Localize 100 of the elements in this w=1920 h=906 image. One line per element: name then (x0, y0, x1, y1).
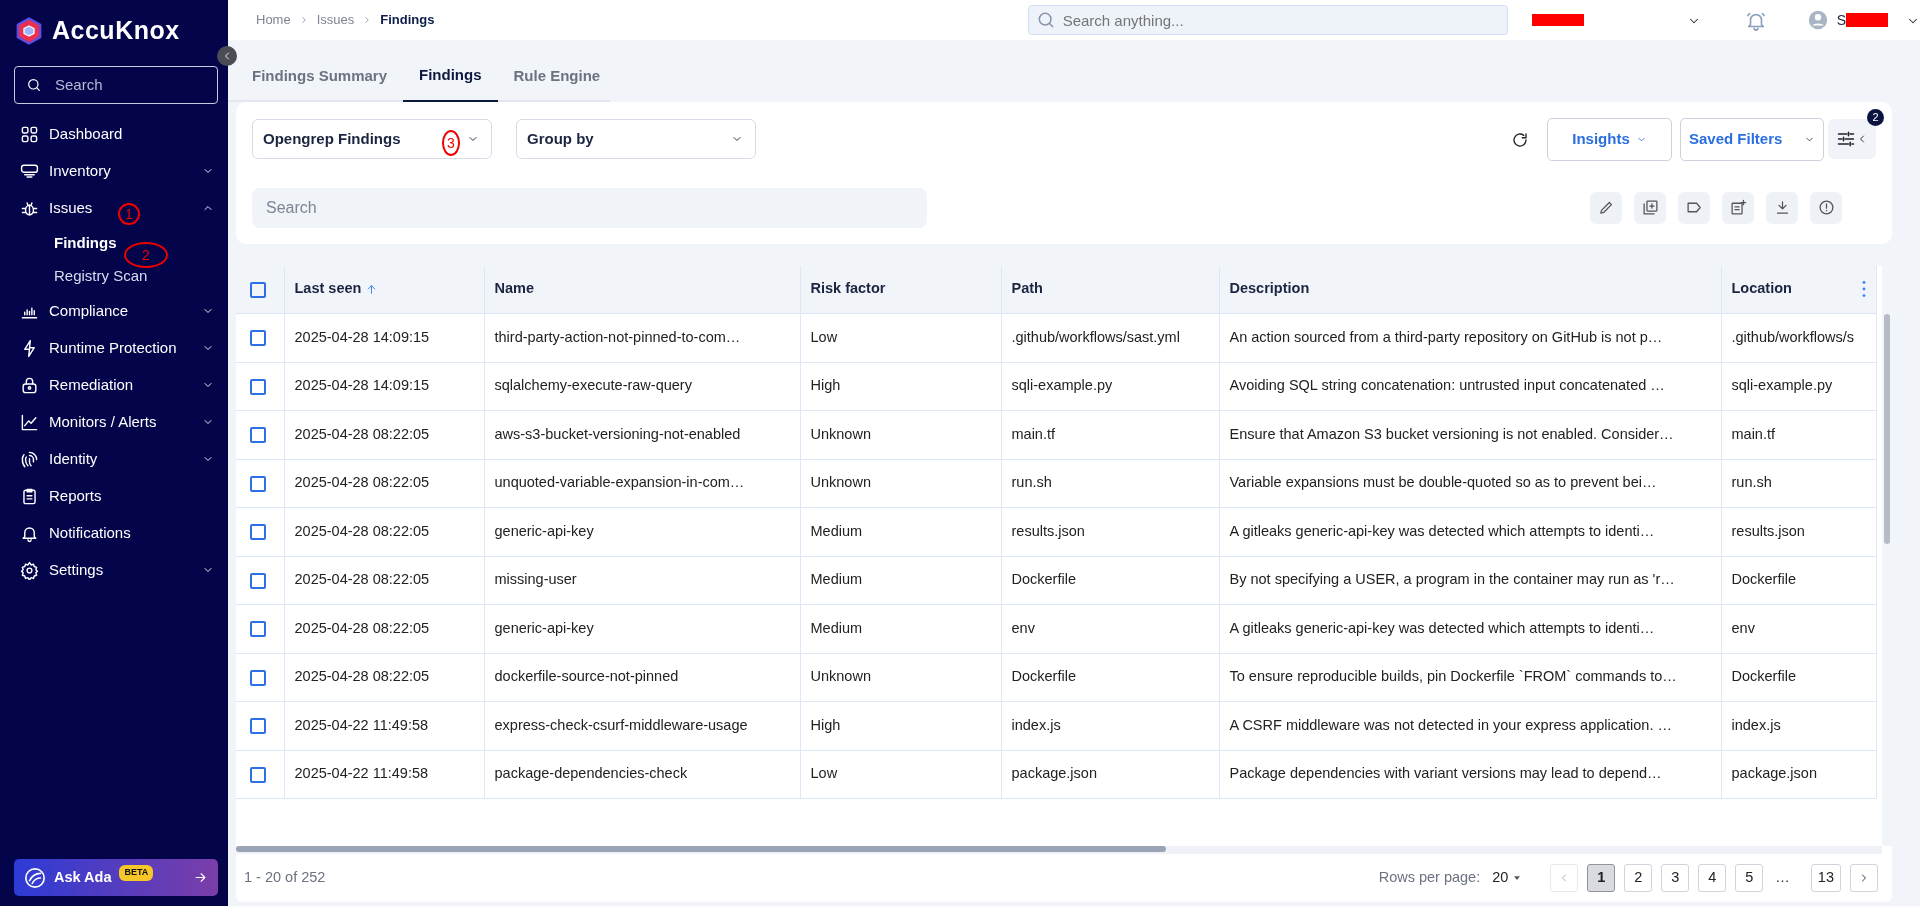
table-cell: 2025-04-22 11:49:58 (294, 765, 429, 782)
saved-filters-dropdown[interactable]: Saved Filters (1680, 117, 1824, 161)
rows-per-page-dropdown[interactable]: 20 (1492, 866, 1523, 889)
row-checkbox[interactable] (250, 378, 266, 395)
table-cell: Low (810, 328, 838, 345)
row-checkbox[interactable] (250, 330, 266, 347)
row-checkbox[interactable] (250, 718, 266, 735)
sidebar-item[interactable]: Runtime Protection (14, 336, 183, 360)
globe-icon (24, 866, 46, 889)
table-cell: To ensure reproducible builds, pin Dockerfile `FROM` commands to… (1229, 668, 1677, 685)
row-checkbox[interactable] (250, 669, 266, 686)
tab[interactable]: Findings Summary (236, 52, 404, 102)
sidebar-subitem[interactable]: Findings (54, 226, 117, 260)
plus-squares-icon (1641, 199, 1659, 216)
table-cell: package.json (1011, 765, 1097, 782)
sidebar-item[interactable]: Inventory (14, 159, 117, 183)
sidebar-item[interactable]: Identity (14, 447, 104, 471)
table-cell: .github/workflows/sast.yml (1011, 328, 1180, 345)
group-by-dropdown[interactable]: Group by (516, 119, 756, 159)
vertical-scrollbar[interactable] (1884, 313, 1890, 544)
breadcrumb-link[interactable]: Home (256, 10, 291, 30)
sliders-icon (1836, 129, 1856, 149)
column-header[interactable]: Last seen (294, 278, 362, 301)
table-cell: 2025-04-28 08:22:05 (294, 425, 430, 442)
search-field[interactable]: Search (252, 187, 927, 228)
row-checkbox[interactable] (250, 572, 266, 589)
filter-count-badge: 2 (1867, 109, 1884, 126)
tag-button[interactable] (1678, 191, 1710, 224)
row-checkbox[interactable] (250, 621, 266, 638)
breadcrumb-link[interactable]: Issues (316, 10, 355, 30)
download-button[interactable] (1766, 191, 1798, 224)
table-cell: High (810, 377, 841, 394)
table-cell: A gitleaks generic-api-key was detected which attempts to identi… (1229, 522, 1655, 539)
alert-circle-icon (1817, 199, 1835, 216)
table-cell: express-check-csurf-middleware-usage (494, 716, 748, 733)
annotation-marker: 1 (118, 203, 140, 225)
horizontal-scrollbar[interactable] (236, 845, 1166, 852)
row-checkbox[interactable] (250, 427, 266, 444)
page-button[interactable]: 4 (1698, 863, 1727, 892)
page-button[interactable]: 3 (1661, 863, 1690, 892)
table-cell: Package dependencies with variant versions may lead to depend… (1229, 765, 1662, 782)
select-all-checkbox[interactable] (250, 281, 266, 298)
redaction-block (1846, 13, 1888, 27)
column-header[interactable]: Path (1011, 278, 1043, 301)
table-cell: sqlalchemy-execute-raw-query (494, 377, 692, 394)
fingerprint-icon (20, 449, 39, 469)
table-cell: A gitleaks generic-api-key was detected which attempts to identi… (1229, 619, 1655, 636)
sidebar-item[interactable]: Remediation (14, 373, 140, 397)
column-header[interactable]: Location (1731, 278, 1792, 301)
page-button[interactable]: 2 (1624, 863, 1653, 892)
table-cell: An action sourced from a third-party repository on GitHub is not p… (1229, 328, 1663, 345)
row-checkbox[interactable] (250, 475, 266, 492)
table-cell: Unknown (810, 668, 871, 685)
edit-button[interactable] (1590, 191, 1622, 224)
table-cell: dockerfile-source-not-pinned (494, 668, 679, 685)
row-checkbox[interactable] (250, 766, 266, 783)
sidebar-search-field[interactable]: Search (14, 65, 218, 104)
table-cell: 2025-04-22 11:49:58 (294, 716, 429, 733)
info-button[interactable] (1810, 191, 1842, 224)
table-cell: aws-s3-bucket-versioning-not-enabled (494, 425, 741, 442)
results-count: 1 - 20 of 252 (244, 867, 326, 887)
column-header[interactable]: Name (494, 278, 534, 301)
sidebar-item[interactable]: Notifications (14, 521, 137, 545)
sidebar-item[interactable]: Settings (14, 558, 110, 582)
annotation-marker: 3 (442, 130, 460, 156)
arrow-right-icon (193, 870, 208, 885)
collapse-sidebar-button[interactable] (217, 46, 237, 66)
refresh-icon (1511, 130, 1529, 149)
filter-toggle-button[interactable] (1828, 119, 1876, 159)
table-cell: results.json (1011, 522, 1085, 539)
add-to-group-button[interactable] (1634, 191, 1666, 224)
sidebar-item[interactable]: Reports (14, 484, 108, 508)
sidebar-item[interactable]: Dashboard (14, 122, 129, 146)
page-button[interactable]: 5 (1735, 863, 1764, 892)
column-header[interactable]: Risk factor (810, 278, 886, 301)
ask-ada-button[interactable]: Ask Ada BETA (14, 859, 218, 896)
insights-dropdown[interactable]: Insights (1547, 117, 1672, 161)
tab[interactable]: Rule Engine (497, 52, 617, 102)
lock-icon (20, 375, 39, 395)
sidebar-item[interactable]: Issues (14, 196, 99, 220)
table-cell: Unknown (810, 425, 871, 442)
sidebar-item[interactable]: Compliance (14, 299, 135, 323)
row-checkbox[interactable] (250, 524, 266, 541)
table-cell: Medium (810, 571, 863, 588)
beta-badge: BETA (119, 865, 154, 881)
table-cell: package-dependencies-check (494, 765, 688, 782)
page-button[interactable]: 1 (1587, 863, 1616, 892)
add-note-button[interactable] (1722, 191, 1754, 224)
page-button[interactable]: 13 (1810, 863, 1841, 892)
column-header[interactable]: Description (1229, 278, 1310, 301)
grid-icon (20, 124, 39, 144)
user-name: S (1836, 10, 1846, 30)
annotation-marker: 2 (124, 242, 168, 268)
table-cell: third-party-action-not-pinned-to-com… (494, 328, 741, 345)
table-cell: index.js (1011, 716, 1061, 733)
table-cell: main.tf (1731, 425, 1775, 442)
global-search-field[interactable]: Search anything... (1027, 5, 1508, 35)
hexagon-logo-icon (14, 15, 44, 46)
gear-icon (20, 560, 39, 580)
sidebar-item[interactable]: Monitors / Alerts (14, 410, 163, 434)
